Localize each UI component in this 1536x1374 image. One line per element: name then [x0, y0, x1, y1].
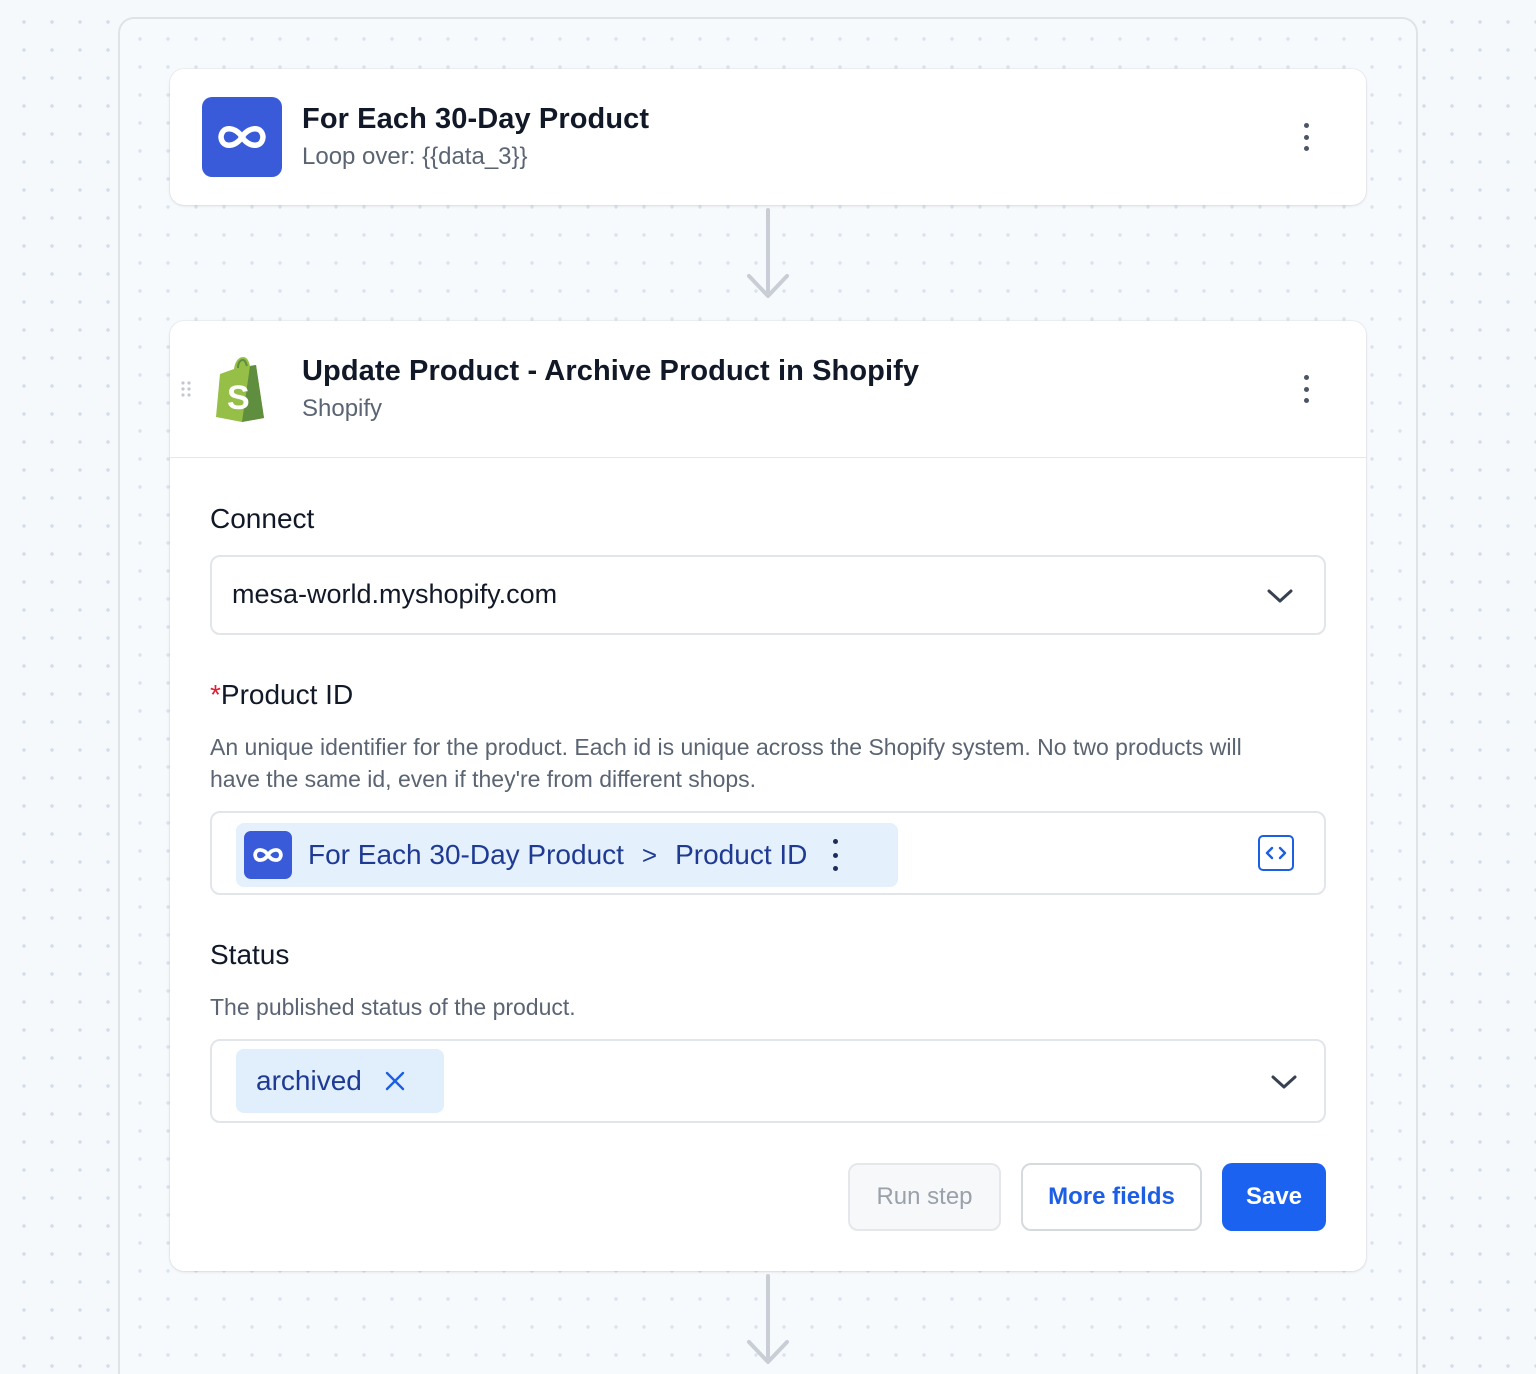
status-chip: archived	[236, 1049, 444, 1113]
chevron-down-icon[interactable]	[1270, 1073, 1298, 1091]
flow-arrow-down-icon	[747, 208, 789, 298]
more-fields-button[interactable]: More fields	[1021, 1163, 1202, 1231]
token-source: For Each 30-Day Product	[308, 839, 624, 870]
connect-value: mesa-world.myshopify.com	[232, 579, 558, 609]
code-toggle-icon[interactable]	[1258, 835, 1294, 871]
loop-infinity-icon	[202, 97, 282, 177]
shopify-step-menu-icon[interactable]	[1294, 369, 1318, 409]
svg-text:S: S	[227, 379, 250, 417]
run-step-button[interactable]: Run step	[848, 1163, 1001, 1231]
product-id-field[interactable]: For Each 30-Day Product > Product ID	[210, 811, 1326, 895]
loop-step-card[interactable]: For Each 30-Day Product Loop over: {{dat…	[170, 69, 1366, 205]
shopify-step-card: S Update Product - Archive Product in Sh…	[170, 321, 1366, 1271]
status-label: Status	[210, 939, 290, 970]
shopify-bag-icon: S	[216, 357, 264, 422]
product-id-help: An unique identifier for the product. Ea…	[210, 734, 1242, 792]
remove-close-icon[interactable]	[384, 1070, 406, 1092]
chevron-down-icon[interactable]	[1266, 587, 1294, 605]
connect-label: Connect	[210, 503, 315, 534]
status-chip-label: archived	[256, 1065, 362, 1096]
shopify-step-title: Update Product - Archive Product in Shop…	[302, 355, 920, 387]
token-field: Product ID	[675, 839, 808, 870]
drag-handle-icon[interactable]	[180, 381, 192, 397]
variable-token[interactable]: For Each 30-Day Product > Product ID	[236, 823, 898, 887]
shopify-step-subtitle: Shopify	[302, 395, 383, 422]
required-mark: *	[210, 679, 221, 710]
loop-step-title: For Each 30-Day Product	[302, 103, 650, 135]
token-chevron-separator: >	[641, 839, 658, 870]
product-id-label-text: Product ID	[220, 679, 354, 710]
loop-step-subtitle: Loop over: {{data_3}}	[302, 143, 528, 170]
token-menu-icon[interactable]	[829, 839, 841, 871]
loop-infinity-icon	[244, 831, 292, 879]
status-select[interactable]: archived	[210, 1039, 1326, 1123]
flow-arrow-down-icon	[747, 1274, 789, 1364]
loop-step-menu-icon[interactable]	[1294, 117, 1318, 157]
card-divider	[170, 457, 1366, 458]
product-id-label: *Product ID	[210, 679, 353, 711]
connect-select[interactable]: mesa-world.myshopify.com	[210, 555, 1326, 635]
save-button[interactable]: Save	[1222, 1163, 1326, 1231]
status-help: The published status of the product.	[210, 994, 576, 1020]
